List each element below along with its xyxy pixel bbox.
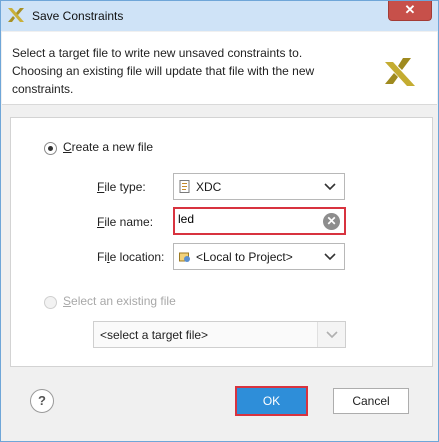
- chevron-down-icon[interactable]: [324, 182, 336, 192]
- select-existing-file-radio[interactable]: [44, 296, 57, 309]
- file-icon: [179, 180, 190, 193]
- save-constraints-dialog: Save Constraints ✕ Select a target file …: [0, 0, 439, 442]
- file-name-label: File name:: [97, 215, 154, 229]
- file-type-value: XDC: [196, 180, 222, 194]
- file-name-field[interactable]: ✕: [173, 207, 346, 235]
- chevron-down-icon[interactable]: [324, 252, 336, 262]
- window-title: Save Constraints: [32, 9, 124, 23]
- vivado-brand-icon: [385, 58, 415, 86]
- existing-file-placeholder: <select a target file>: [100, 328, 209, 342]
- close-button[interactable]: ✕: [388, 1, 432, 21]
- create-new-file-radio[interactable]: [44, 142, 57, 155]
- file-location-select[interactable]: <Local to Project>: [173, 243, 345, 270]
- file-location-label: File location:: [97, 250, 165, 264]
- header-description: Select a target file to write new unsave…: [12, 46, 315, 96]
- options-panel: Create a new file File type: XDC File na…: [10, 117, 433, 367]
- help-button[interactable]: ?: [30, 389, 54, 413]
- file-type-select[interactable]: XDC: [173, 173, 345, 200]
- clear-icon[interactable]: ✕: [323, 213, 340, 230]
- dialog-header: Select a target file to write new unsave…: [2, 32, 437, 105]
- title-bar[interactable]: Save Constraints ✕: [1, 1, 438, 31]
- vivado-logo-icon: [8, 8, 24, 22]
- project-location-icon: [179, 252, 190, 262]
- existing-file-dropdown[interactable]: [317, 322, 345, 347]
- cancel-button[interactable]: Cancel: [333, 388, 409, 414]
- create-new-file-label[interactable]: Create a new file: [63, 140, 153, 154]
- file-type-label: File type:: [97, 180, 146, 194]
- existing-file-select[interactable]: <select a target file>: [93, 321, 346, 348]
- file-location-value: <Local to Project>: [196, 250, 293, 264]
- file-name-input[interactable]: [178, 212, 318, 226]
- chevron-down-icon: [326, 331, 338, 339]
- ok-button[interactable]: OK: [235, 386, 308, 416]
- select-existing-file-label[interactable]: Select an existing file: [63, 294, 176, 308]
